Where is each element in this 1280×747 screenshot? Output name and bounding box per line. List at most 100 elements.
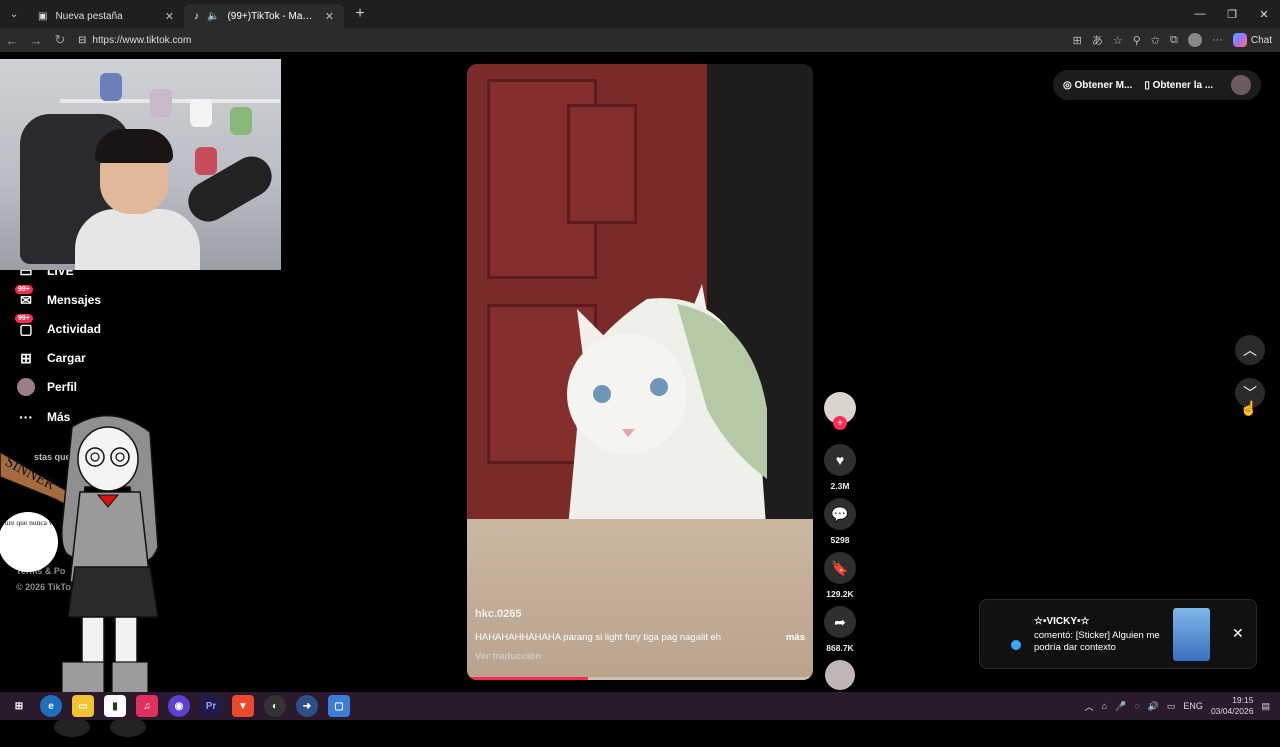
- brave-icon[interactable]: ▼: [232, 695, 254, 717]
- sidebar-item-actividad[interactable]: ▢ 99+ Actividad: [15, 314, 101, 338]
- sidebar-item-label: Cargar: [47, 351, 86, 365]
- follow-plus-icon[interactable]: +: [833, 416, 847, 430]
- notification-thumbnail: [1173, 608, 1210, 661]
- window-controls: — ❐ ✕: [1184, 0, 1280, 28]
- windows-start-icon[interactable]: ⊞: [8, 695, 30, 717]
- favorites-icon[interactable]: ✩: [1151, 34, 1160, 47]
- premiere-pro-icon[interactable]: Pr: [200, 695, 222, 717]
- upload-icon: ⊞: [20, 349, 32, 366]
- tab-actions-menu-icon[interactable]: ⌄: [0, 0, 28, 28]
- new-tab-button[interactable]: +: [348, 2, 372, 26]
- more-options-icon[interactable]: ···: [1212, 34, 1223, 46]
- more-caption-link[interactable]: más: [786, 632, 805, 643]
- bookmark-icon: 🔖: [831, 559, 849, 576]
- volume-icon[interactable]: 🔊: [1148, 701, 1159, 712]
- restore-icon[interactable]: ❐: [1216, 0, 1248, 28]
- sidebar-item-mensajes[interactable]: ✉ 99+ Mensajes: [15, 285, 102, 309]
- battery-icon[interactable]: ▭: [1167, 701, 1176, 712]
- extensions-icon[interactable]: ⚲: [1133, 34, 1141, 47]
- refresh-icon[interactable]: ↻: [48, 28, 72, 52]
- copilot-icon: [1232, 33, 1247, 47]
- previous-video-button[interactable]: ︿: [1235, 335, 1265, 365]
- video-progress-fill: [467, 677, 589, 680]
- notification-text: comentó: [Sticker] Alguien me podría dar…: [1034, 630, 1160, 653]
- figure-toy: [190, 99, 212, 127]
- like-count: 2.3M: [830, 481, 850, 491]
- system-tray: ︿ ⌂ 🎤 ◌ 🔊 ▭ ENG 19:15 03/04/2026 ▤: [1085, 692, 1270, 720]
- music-disc[interactable]: [825, 660, 855, 690]
- show-hidden-icons-icon[interactable]: ︿: [1085, 700, 1094, 713]
- browser-tab-bar: ⌄ ▣ Nueva pestaña ✕ ♪ 🔈 (99+)TikTok - Ma…: [0, 0, 1280, 28]
- webcam-overlay: [0, 59, 281, 270]
- video-author[interactable]: hkc.0265: [475, 608, 805, 620]
- media-player-icon[interactable]: ➜: [296, 695, 318, 717]
- profile-avatar-icon[interactable]: [1187, 33, 1202, 47]
- hoodie: [75, 209, 200, 270]
- forward-icon[interactable]: →: [24, 28, 48, 52]
- wifi-icon[interactable]: ◌: [1134, 701, 1139, 711]
- translate-icon[interactable]: あ: [1092, 32, 1103, 48]
- share-button[interactable]: ➦: [824, 606, 856, 638]
- music-app-icon[interactable]: ♫: [136, 695, 158, 717]
- favorite-star-icon[interactable]: ☆: [1113, 34, 1123, 47]
- edge-tab-icon: ▣: [38, 10, 48, 22]
- figure-toy: [150, 89, 172, 117]
- video-caption: HAHAHAHHAHAHA parang si light fury tiga …: [475, 632, 805, 643]
- file-explorer-icon[interactable]: ▭: [72, 695, 94, 717]
- figure-toy: [195, 147, 217, 175]
- get-app-label: Obtener la ...: [1152, 79, 1214, 91]
- save-count: 129.2K: [826, 589, 854, 599]
- speaker-icon[interactable]: 🔈: [207, 11, 219, 22]
- minimize-icon[interactable]: —: [1184, 0, 1216, 28]
- edge-icon[interactable]: e: [40, 695, 62, 717]
- app-available-icon[interactable]: ⊞: [1073, 34, 1082, 47]
- get-coins-label: Obtener M...: [1074, 79, 1133, 91]
- comment-count: 5298: [830, 535, 850, 545]
- save-button[interactable]: 🔖: [824, 552, 856, 584]
- tiktok-page: ▭ LIVE ✉ 99+ Mensajes ▢ 99+ Actividad ⊞ Ca…: [0, 52, 1280, 737]
- share-icon: ➦: [834, 613, 846, 630]
- sidebar-item-perfil[interactable]: Perfil: [17, 378, 77, 396]
- copilot-chat-button[interactable]: Chat: [1232, 33, 1272, 47]
- date: 03/04/2026: [1210, 706, 1254, 716]
- tab-nueva-pestana[interactable]: ▣ Nueva pestaña ✕: [28, 4, 184, 28]
- user-avatar[interactable]: [1231, 75, 1251, 95]
- back-icon[interactable]: ←: [0, 28, 24, 52]
- mic-icon[interactable]: 🎤: [1115, 701, 1126, 712]
- language-indicator[interactable]: ENG: [1183, 701, 1203, 711]
- heart-icon: ♥: [835, 452, 845, 468]
- time: 19:15: [1232, 695, 1254, 705]
- notifications-icon[interactable]: ▤: [1261, 701, 1270, 712]
- network-icon[interactable]: ⌂: [1102, 701, 1107, 711]
- close-tab-icon[interactable]: ✕: [165, 10, 174, 23]
- video-progress-bar[interactable]: [467, 677, 813, 680]
- clock[interactable]: 19:15 03/04/2026: [1211, 695, 1254, 717]
- sidebar-item-cargar[interactable]: ⊞ Cargar: [17, 349, 86, 367]
- translate-link[interactable]: Ver traducción: [475, 651, 805, 662]
- comment-notification[interactable]: ☆•VICKY•☆ comentó: [Sticker] Alguien me …: [979, 599, 1257, 669]
- messages-icon: ✉ 99+: [15, 285, 35, 309]
- tab-tiktok[interactable]: ♪ 🔈 (99+)TikTok - Make Your Day ✕: [184, 4, 344, 28]
- address-field[interactable]: ⊟ https://www.tiktok.com: [78, 35, 191, 46]
- discord-icon[interactable]: ◉: [168, 695, 190, 717]
- sidebar-item-label: Perfil: [47, 380, 78, 394]
- site-info-icon[interactable]: ⊟: [78, 35, 86, 46]
- creator-avatar[interactable]: +: [824, 392, 856, 430]
- comment-button[interactable]: 💬: [824, 498, 856, 530]
- app-icon[interactable]: ▮: [104, 695, 126, 717]
- tab-label: (99+)TikTok - Make Your Day: [227, 10, 316, 22]
- close-window-icon[interactable]: ✕: [1248, 0, 1280, 28]
- app-blue-icon[interactable]: ▢: [328, 695, 350, 717]
- chat-label: Chat: [1250, 34, 1272, 46]
- close-notification-icon[interactable]: ✕: [1232, 625, 1244, 642]
- video-player[interactable]: hkc.0265 HAHAHAHHAHAHA parang si light f…: [467, 64, 813, 680]
- like-button[interactable]: ♥: [824, 444, 856, 476]
- get-app-button[interactable]: ▯ Obtener la ...: [1144, 80, 1213, 91]
- obs-icon[interactable]: ◐: [264, 695, 286, 717]
- collections-icon[interactable]: ⧉: [1170, 34, 1178, 47]
- get-coins-button[interactable]: ◎ Obtener M...: [1063, 80, 1132, 91]
- sidebar-item-label: Mensajes: [47, 293, 102, 307]
- close-tab-icon[interactable]: ✕: [325, 10, 334, 23]
- tiktok-tab-icon: ♪: [194, 10, 199, 22]
- video-info: hkc.0265 HAHAHAHHAHAHA parang si light f…: [475, 608, 805, 662]
